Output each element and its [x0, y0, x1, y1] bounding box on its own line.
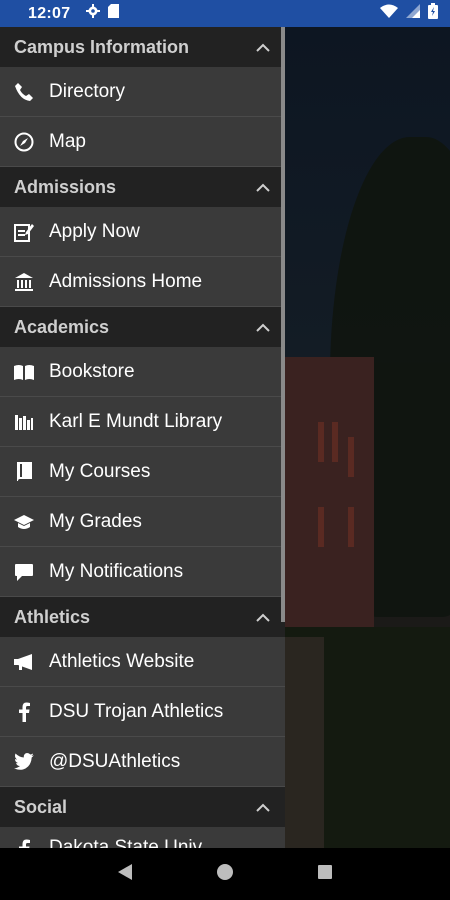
chevron-up-icon[interactable]: [255, 799, 271, 815]
battery-icon: [428, 3, 438, 24]
graduation-cap-icon: [12, 510, 36, 534]
sd-card-icon: [108, 4, 120, 23]
section-title: Campus Information: [14, 36, 190, 57]
menu-item-dsu-trojan-athletics[interactable]: DSU Trojan Athletics: [0, 687, 285, 737]
back-icon[interactable]: [117, 863, 133, 886]
menu-item-directory[interactable]: Directory: [0, 67, 285, 117]
menu-item-label: Directory: [49, 80, 126, 102]
wifi-icon: [380, 4, 398, 23]
chevron-up-icon[interactable]: [255, 609, 271, 625]
open-book-icon: [12, 360, 36, 384]
compass-icon: [12, 130, 36, 154]
menu-item-bookstore[interactable]: Bookstore: [0, 347, 285, 397]
menu-item-my-grades[interactable]: My Grades: [0, 497, 285, 547]
twitter-icon: [12, 750, 36, 774]
section-title: Athletics: [14, 606, 91, 627]
menu-item-map[interactable]: Map: [0, 117, 285, 167]
section-header-social[interactable]: Social: [0, 787, 285, 827]
menu-item-label: My Notifications: [49, 560, 184, 582]
menu-item-dakota-state-univ[interactable]: Dakota State Univ: [0, 827, 285, 848]
section-title: Social: [14, 796, 68, 817]
menu-item-apply-now[interactable]: Apply Now: [0, 207, 285, 257]
institution-icon: [12, 270, 36, 294]
phone-icon: [12, 80, 36, 104]
chevron-up-icon[interactable]: [255, 319, 271, 335]
navigation-drawer: Campus Information Directory Map Admissi…: [0, 27, 285, 848]
settings-gear-icon: [86, 4, 101, 23]
menu-item-karl-e-mundt-library[interactable]: Karl E Mundt Library: [0, 397, 285, 447]
library-icon: [12, 410, 36, 434]
menu-item-label: My Courses: [49, 460, 151, 482]
menu-item-my-courses[interactable]: My Courses: [0, 447, 285, 497]
menu-item-dsuathletics-twitter[interactable]: @DSUAthletics: [0, 737, 285, 787]
menu-item-label: Karl E Mundt Library: [49, 410, 223, 432]
menu-item-label: @DSUAthletics: [49, 750, 181, 772]
chat-bubble-icon: [12, 560, 36, 584]
section-header-athletics[interactable]: Athletics: [0, 597, 285, 637]
drawer-scrollbar[interactable]: [281, 27, 285, 622]
facebook-icon: [12, 700, 36, 724]
menu-item-label: Bookstore: [49, 360, 135, 382]
signal-icon: [406, 4, 420, 23]
menu-item-label: Dakota State Univ: [49, 837, 203, 848]
menu-item-label: DSU Trojan Athletics: [49, 700, 224, 722]
edit-form-icon: [12, 220, 36, 244]
home-icon[interactable]: [216, 863, 234, 886]
section-title: Admissions: [14, 176, 117, 197]
menu-item-athletics-website[interactable]: Athletics Website: [0, 637, 285, 687]
status-bar: 12:07: [0, 0, 450, 27]
status-time: 12:07: [28, 4, 71, 22]
book-icon: [12, 460, 36, 484]
menu-item-label: My Grades: [49, 510, 142, 532]
menu-item-my-notifications[interactable]: My Notifications: [0, 547, 285, 597]
section-header-admissions[interactable]: Admissions: [0, 167, 285, 207]
system-navigation-bar: [0, 848, 450, 900]
menu-item-label: Map: [49, 130, 86, 152]
section-header-campus-information[interactable]: Campus Information: [0, 27, 285, 67]
chevron-up-icon[interactable]: [255, 179, 271, 195]
menu-item-label: Admissions Home: [49, 270, 203, 292]
menu-item-admissions-home[interactable]: Admissions Home: [0, 257, 285, 307]
megaphone-icon: [12, 650, 36, 674]
facebook-icon: [12, 837, 36, 848]
menu-item-label: Athletics Website: [49, 650, 195, 672]
section-header-academics[interactable]: Academics: [0, 307, 285, 347]
section-title: Academics: [14, 316, 110, 337]
recents-icon[interactable]: [317, 864, 333, 885]
menu-item-label: Apply Now: [49, 220, 140, 242]
chevron-up-icon[interactable]: [255, 39, 271, 55]
